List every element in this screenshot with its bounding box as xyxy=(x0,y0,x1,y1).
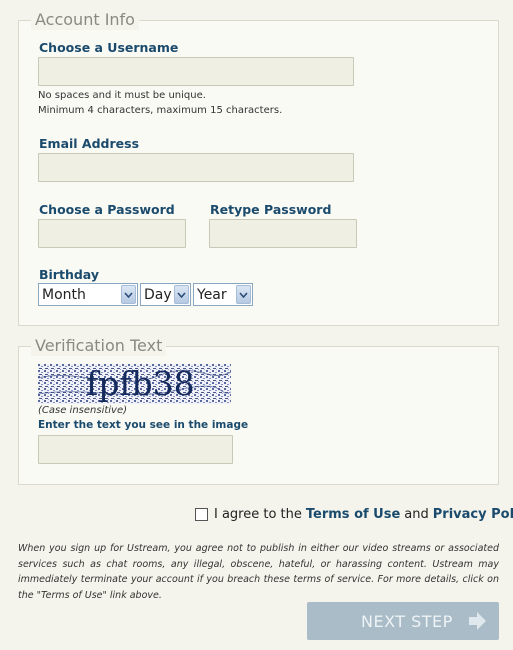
captcha-image: fpfb38 xyxy=(38,364,231,404)
chevron-down-icon xyxy=(236,285,251,304)
captcha-case-note: (Case insensitive) xyxy=(38,405,128,416)
terms-of-use-link[interactable]: Terms of Use xyxy=(306,507,400,522)
legal-notice: When you sign up for Ustream, you agree … xyxy=(18,543,499,601)
password-label: Choose a Password xyxy=(39,202,175,217)
retype-password-input[interactable] xyxy=(209,219,357,248)
privacy-policy-link[interactable]: Privacy Policy xyxy=(433,507,513,522)
agree-row: I agree to the Terms of Use and Privacy … xyxy=(195,507,513,522)
username-input[interactable] xyxy=(38,57,354,86)
retype-password-label: Retype Password xyxy=(210,202,332,217)
birth-month-select[interactable]: Month xyxy=(38,283,138,306)
account-info-legend: Account Info xyxy=(31,10,139,30)
agree-checkbox[interactable] xyxy=(195,508,208,521)
next-step-label: NEXT STEP xyxy=(361,612,453,631)
birth-year-value: Year xyxy=(197,286,227,303)
arrow-right-icon xyxy=(469,611,487,635)
birth-month-value: Month xyxy=(42,286,86,303)
captcha-input[interactable] xyxy=(38,435,233,464)
username-hint-length: Minimum 4 characters, maximum 15 charact… xyxy=(38,105,283,116)
username-hint-spaces: No spaces and it must be unique. xyxy=(38,90,206,101)
username-label: Choose a Username xyxy=(39,40,179,55)
password-input[interactable] xyxy=(38,219,186,248)
captcha-text: fpfb38 xyxy=(86,364,195,403)
next-step-button[interactable]: NEXT STEP xyxy=(307,602,499,640)
birthday-label: Birthday xyxy=(39,267,99,282)
birth-day-select[interactable]: Day xyxy=(140,283,191,306)
chevron-down-icon xyxy=(121,285,136,304)
agree-prefix: I agree to the xyxy=(214,507,302,522)
verification-legend: Verification Text xyxy=(31,336,167,356)
chevron-down-icon xyxy=(174,285,189,304)
email-input[interactable] xyxy=(38,153,354,182)
agree-and: and xyxy=(404,507,429,522)
captcha-instruction: Enter the text you see in the image xyxy=(38,419,249,431)
birth-day-value: Day xyxy=(144,286,172,303)
email-label: Email Address xyxy=(39,136,140,151)
birth-year-select[interactable]: Year xyxy=(193,283,253,306)
